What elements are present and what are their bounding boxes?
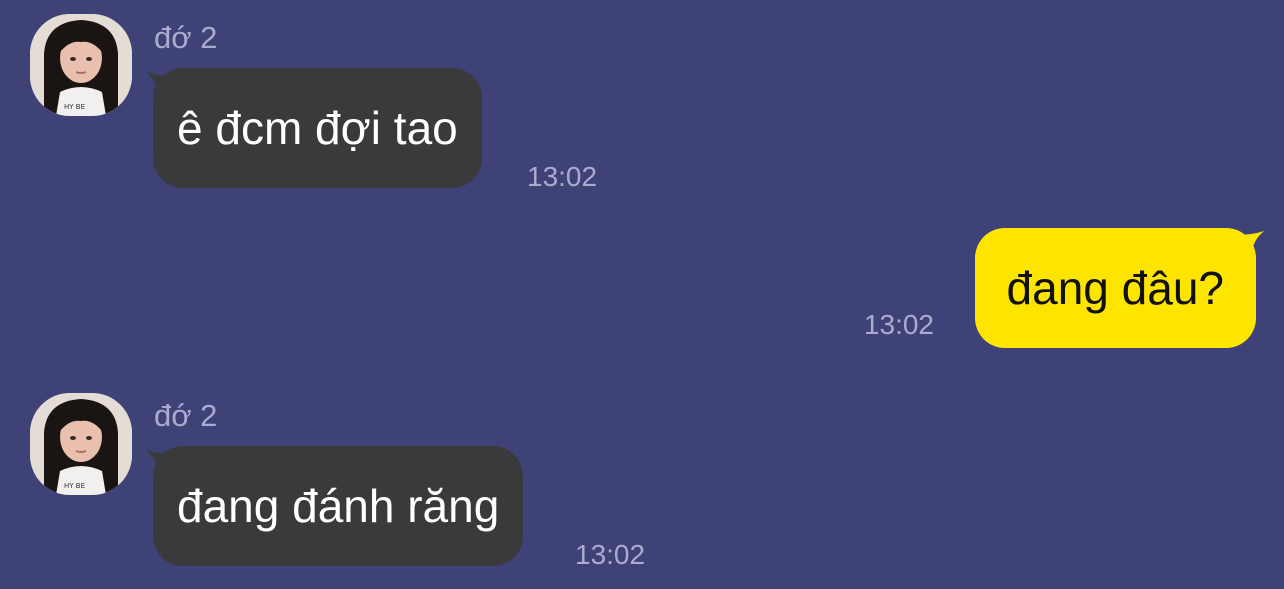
sender-avatar[interactable]: HY BE (30, 393, 132, 495)
message-timestamp: 13:02 (575, 539, 646, 570)
svg-text:HY BE: HY BE (64, 103, 85, 111)
message-bubble[interactable]: ê đcm đợi tao (153, 68, 482, 188)
profile-photo-icon: HY BE (30, 14, 132, 116)
message-bubble[interactable]: đang đâu? (974, 228, 1256, 348)
profile-photo-icon: HY BE (30, 393, 132, 495)
message-timestamp: 13:02 (863, 309, 934, 340)
sender-name: đớ 2 (154, 20, 218, 55)
sender-name: đớ 2 (154, 398, 218, 433)
sender-avatar[interactable]: HY BE (30, 14, 132, 116)
message-timestamp: 13:02 (527, 161, 598, 192)
svg-text:HY BE: HY BE (64, 482, 85, 490)
message-bubble[interactable]: đang đánh răng (153, 446, 524, 566)
